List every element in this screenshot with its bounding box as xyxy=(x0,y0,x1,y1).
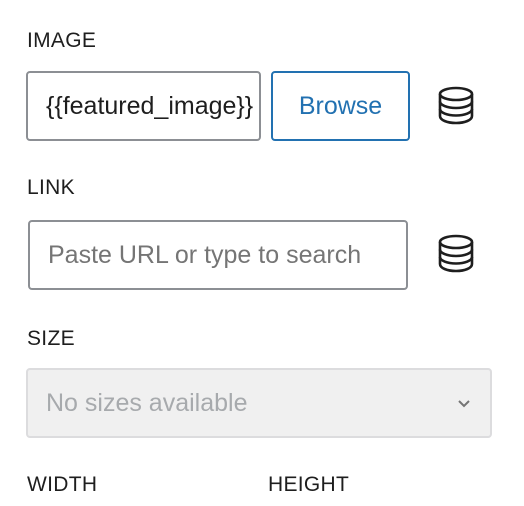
width-label: WIDTH xyxy=(27,473,98,496)
database-icon[interactable] xyxy=(436,234,476,274)
image-label: IMAGE xyxy=(27,29,97,52)
link-url-placeholder: Paste URL or type to search xyxy=(48,240,362,269)
browse-button[interactable]: Browse xyxy=(271,71,410,141)
image-url-field[interactable]: {{featured_image}} xyxy=(26,71,261,141)
height-label: HEIGHT xyxy=(268,473,350,496)
link-url-field[interactable]: Paste URL or type to search xyxy=(28,220,408,290)
image-url-value: {{featured_image}} xyxy=(46,91,254,120)
size-label: SIZE xyxy=(27,327,75,350)
size-select-value: No sizes available xyxy=(46,388,248,417)
size-select[interactable]: No sizes available xyxy=(26,368,492,438)
database-icon[interactable] xyxy=(436,86,476,126)
link-label: LINK xyxy=(27,176,75,199)
chevron-down-icon xyxy=(458,400,470,408)
browse-button-label: Browse xyxy=(298,91,383,120)
